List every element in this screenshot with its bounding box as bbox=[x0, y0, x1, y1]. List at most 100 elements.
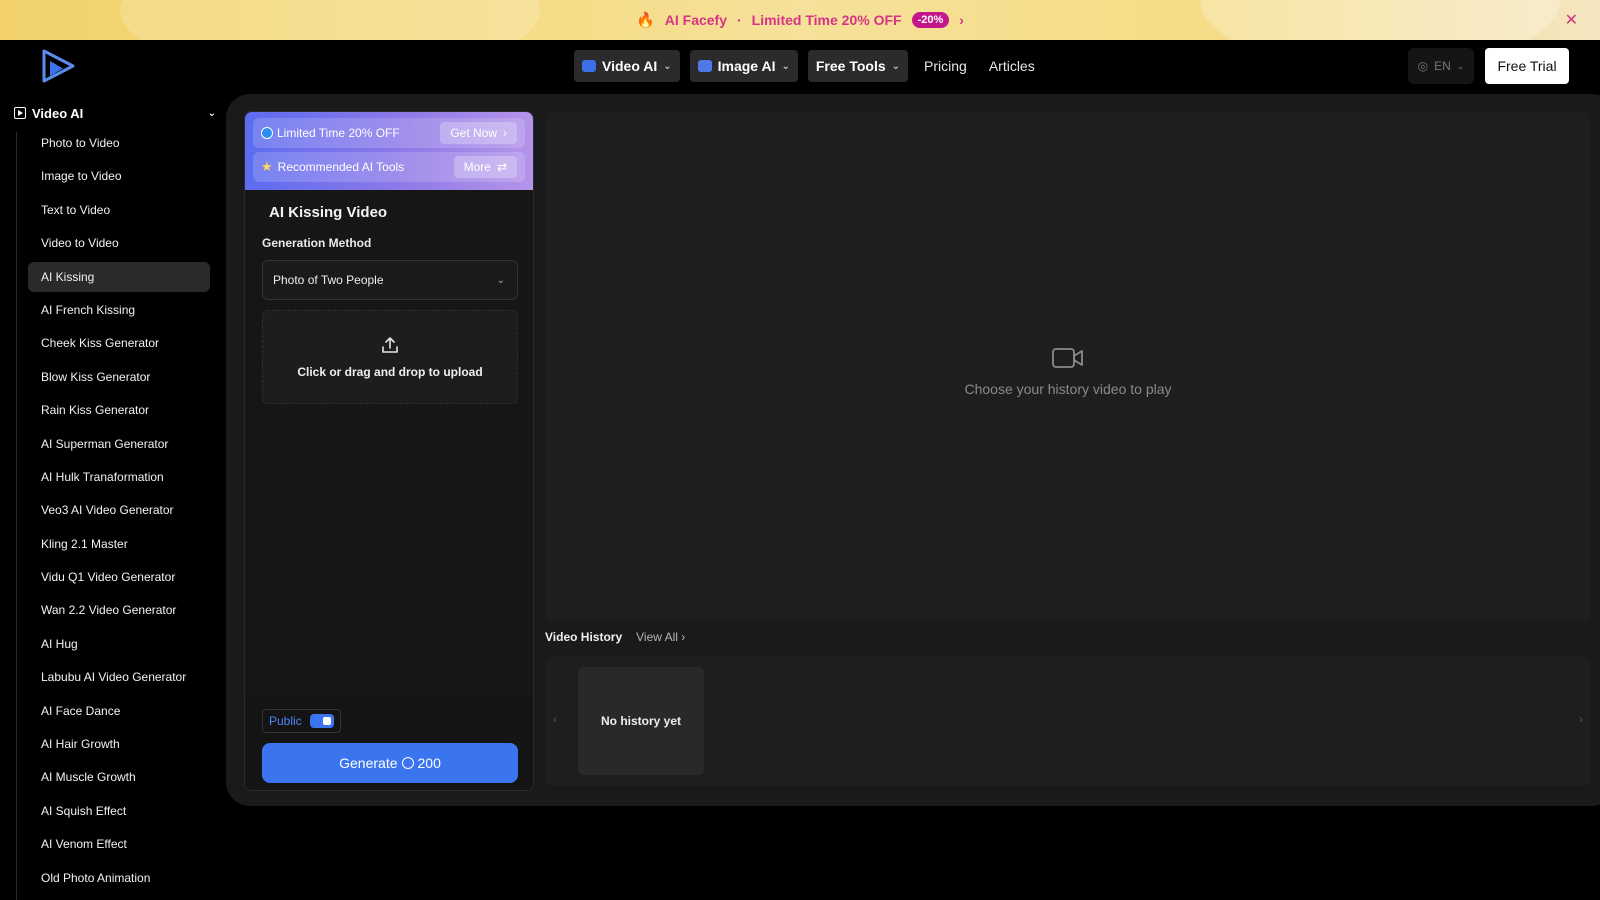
sidebar-item[interactable]: Veo3 AI Video Generator bbox=[28, 495, 210, 525]
sidebar-item[interactable]: Photo to Video bbox=[28, 128, 210, 158]
upload-dropzone[interactable]: Click or drag and drop to upload bbox=[262, 310, 518, 404]
play-icon bbox=[14, 107, 26, 119]
get-now-button[interactable]: Get Now › bbox=[440, 122, 517, 144]
chevron-down-icon: ⌄ bbox=[891, 60, 901, 72]
sidebar-item[interactable]: AI Venom Effect bbox=[28, 829, 210, 859]
nav-video-ai[interactable]: Video AI ⌄ bbox=[574, 50, 680, 82]
history-empty-card: No history yet bbox=[578, 667, 704, 775]
chevron-down-icon: ⌄ bbox=[1456, 60, 1465, 71]
chevron-down-icon: ⌄ bbox=[207, 107, 216, 119]
sidebar-item[interactable]: Rain Kiss Generator bbox=[28, 395, 210, 425]
sidebar-item[interactable]: Old Photo Animation bbox=[28, 863, 210, 893]
discount-badge: -20% bbox=[911, 12, 950, 28]
logo-icon[interactable] bbox=[40, 49, 76, 83]
sidebar-item[interactable]: Kling 2.1 Master bbox=[28, 529, 210, 559]
generate-cost: 200 bbox=[417, 755, 441, 771]
sidebar-list: Photo to Video Image to Video Text to Vide… bbox=[28, 128, 210, 896]
nav-free-tools-label: Free Tools bbox=[815, 58, 886, 74]
more-button[interactable]: More ⇄ bbox=[453, 156, 517, 178]
chevron-right-icon: › bbox=[503, 126, 507, 140]
sidebar-item[interactable]: AI Kissing bbox=[28, 261, 210, 292]
history-carousel: ‹ No history yet › bbox=[545, 656, 1591, 786]
promo-card: Limited Time 20% OFF Get Now › ★ Recomme… bbox=[245, 112, 533, 190]
video-icon bbox=[582, 60, 596, 72]
player-empty-text: Choose your history video to play bbox=[964, 381, 1172, 397]
promo-offer-text: Limited Time 20% OFF bbox=[277, 126, 400, 140]
more-label: More bbox=[463, 160, 491, 174]
recommended-row: ★ Recommended AI Tools More ⇄ bbox=[253, 152, 525, 182]
upload-text: Click or drag and drop to upload bbox=[297, 365, 483, 379]
chevron-right-icon: › bbox=[959, 12, 964, 28]
toggle-switch[interactable] bbox=[309, 714, 334, 728]
chevron-down-icon: ⌄ bbox=[781, 60, 790, 72]
nav-image-ai[interactable]: Image AI ⌄ bbox=[689, 50, 798, 82]
sidebar-section-video-ai[interactable]: Video AI ⌄ bbox=[14, 102, 216, 124]
banner-brand: AI Facefy bbox=[664, 12, 727, 28]
top-nav: Video AI ⌄ Image AI ⌄ Free Tools ⌄ Prici… bbox=[574, 50, 1041, 82]
swap-icon: ⇄ bbox=[496, 160, 507, 174]
public-toggle[interactable]: Public bbox=[262, 709, 341, 733]
sidebar-item[interactable]: AI Face Dance bbox=[28, 696, 210, 726]
sidebar-item[interactable]: Image to Video bbox=[28, 161, 210, 191]
chevron-left-icon[interactable]: ‹ bbox=[553, 712, 557, 726]
history-header: Video History View All › bbox=[545, 630, 685, 644]
generate-label: Generate bbox=[339, 755, 398, 771]
upload-icon bbox=[382, 337, 398, 353]
sidebar-divider bbox=[16, 132, 17, 900]
nav-image-ai-label: Image AI bbox=[717, 58, 776, 74]
generation-method-value: Photo of Two People bbox=[273, 273, 384, 287]
history-title: Video History bbox=[545, 630, 623, 644]
language-label: EN bbox=[1434, 59, 1451, 73]
panel-footer: Public Generate 200 bbox=[245, 697, 533, 790]
public-label: Public bbox=[269, 714, 302, 728]
sidebar-item[interactable]: Vidu Q1 Video Generator bbox=[28, 562, 210, 592]
fire-icon: 🔥 bbox=[636, 12, 655, 29]
nav-articles[interactable]: Articles bbox=[983, 50, 1041, 82]
sidebar-item[interactable]: AI Superman Generator bbox=[28, 429, 210, 459]
sidebar-item[interactable]: Blow Kiss Generator bbox=[28, 362, 210, 392]
chevron-down-icon: ⌄ bbox=[663, 60, 672, 72]
banner-separator: · bbox=[737, 12, 742, 28]
sidebar-item[interactable]: Labubu AI Video Generator bbox=[28, 662, 210, 692]
sidebar: Video AI ⌄ Photo to Video Image to Video T… bbox=[0, 96, 226, 900]
chevron-right-icon: › bbox=[681, 630, 686, 644]
close-icon[interactable]: ✕ bbox=[1565, 10, 1578, 30]
coin-icon bbox=[401, 757, 414, 769]
chevron-down-icon: ⌄ bbox=[496, 274, 505, 286]
language-selector[interactable]: ◎ EN ⌄ bbox=[1408, 48, 1474, 84]
sidebar-item[interactable]: Cheek Kiss Generator bbox=[28, 328, 210, 358]
nav-pricing[interactable]: Pricing bbox=[918, 50, 973, 82]
image-icon bbox=[697, 60, 712, 72]
generation-method-label: Generation Method bbox=[262, 236, 372, 250]
panel-title: AI Kissing Video bbox=[269, 204, 388, 221]
banner-offer: Limited Time 20% OFF bbox=[751, 12, 902, 28]
sidebar-item[interactable]: AI Hug bbox=[28, 629, 210, 659]
sidebar-item[interactable]: AI Hair Growth bbox=[28, 729, 210, 759]
free-trial-button[interactable]: Free Trial bbox=[1485, 48, 1569, 84]
sidebar-section-label: Video AI bbox=[32, 105, 84, 121]
view-all-link[interactable]: View All › bbox=[636, 630, 685, 644]
clock-icon bbox=[261, 127, 273, 139]
nav-video-ai-label: Video AI bbox=[602, 58, 658, 74]
get-now-label: Get Now bbox=[450, 126, 497, 140]
sidebar-item[interactable]: Wan 2.2 Video Generator bbox=[28, 595, 210, 625]
sidebar-item[interactable]: AI Squish Effect bbox=[28, 796, 210, 826]
chevron-right-icon[interactable]: › bbox=[1579, 712, 1583, 726]
generation-panel: Limited Time 20% OFF Get Now › ★ Recomme… bbox=[244, 111, 534, 791]
generation-method-select[interactable]: Photo of Two People ⌄ bbox=[262, 260, 518, 300]
video-camera-icon bbox=[1052, 348, 1083, 368]
nav-free-tools[interactable]: Free Tools ⌄ bbox=[807, 50, 909, 82]
generate-button[interactable]: Generate 200 bbox=[262, 743, 518, 783]
recommended-text: Recommended AI Tools bbox=[277, 160, 405, 174]
star-icon: ★ bbox=[261, 159, 273, 174]
promo-banner[interactable]: 🔥 AI Facefy · Limited Time 20% OFF -20% … bbox=[0, 0, 1600, 40]
promo-offer-row: Limited Time 20% OFF Get Now › bbox=[253, 118, 525, 148]
sidebar-item[interactable]: AI Muscle Growth bbox=[28, 762, 210, 792]
sidebar-item[interactable]: AI French Kissing bbox=[28, 295, 210, 325]
view-all-label: View All bbox=[636, 630, 678, 644]
globe-icon: ◎ bbox=[1417, 59, 1429, 73]
sidebar-item[interactable]: Video to Video bbox=[28, 228, 210, 258]
sidebar-item[interactable]: Text to Video bbox=[28, 195, 210, 225]
video-player[interactable]: Choose your history video to play bbox=[545, 111, 1591, 621]
sidebar-item[interactable]: AI Hulk Tranaformation bbox=[28, 462, 210, 492]
